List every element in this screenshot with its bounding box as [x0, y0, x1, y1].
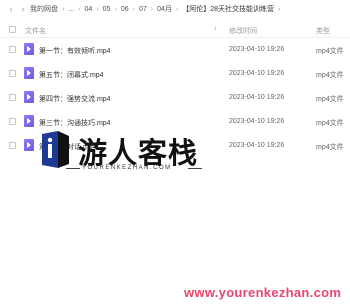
file-type: mp4文件 — [316, 120, 344, 127]
row-checkbox[interactable] — [9, 70, 16, 77]
file-row[interactable]: 第五节：闭幕式.mp4 2023-04-10 19:26 mp4文件 — [0, 62, 350, 85]
breadcrumb-item-ellipsis[interactable]: ... — [67, 6, 75, 13]
file-time: 2023-04-10 19:26 — [229, 46, 285, 53]
breadcrumb-separator-icon: › — [78, 5, 81, 13]
breadcrumb-separator-icon: › — [150, 5, 154, 13]
breadcrumb-separator-icon: › — [96, 5, 99, 13]
video-file-icon — [24, 139, 34, 151]
row-checkbox[interactable] — [9, 46, 16, 53]
row-checkbox[interactable] — [9, 142, 16, 149]
file-row[interactable]: 第一节：有效倾听.mp4 2023-04-10 19:26 mp4文件 — [0, 38, 350, 61]
video-file-icon — [24, 115, 34, 127]
file-name[interactable]: 第四节：强势交流.mp4 — [39, 94, 111, 104]
file-type: mp4文件 — [316, 144, 344, 151]
breadcrumb-item-root[interactable]: 我的网盘 — [29, 4, 59, 14]
column-header-type[interactable]: 类型 — [316, 26, 330, 36]
column-header-name[interactable]: 文件名 — [25, 26, 46, 36]
file-type: mp4文件 — [316, 72, 344, 79]
file-name[interactable]: 第一节：有效倾听.mp4 — [39, 46, 111, 56]
video-file-icon — [24, 91, 34, 103]
file-name[interactable]: 第三节：沟通技巧.mp4 — [39, 118, 111, 128]
file-type: mp4文件 — [316, 48, 344, 55]
watermark-subtitle: YOURENKEZHAN.COM — [82, 165, 172, 171]
file-name[interactable]: 第五节：闭幕式.mp4 — [39, 70, 104, 80]
column-header-time[interactable]: 修改时间 — [229, 26, 257, 36]
file-time: 2023-04-10 19:26 — [229, 70, 285, 77]
file-row[interactable]: 第四节：强势交流.mp4 2023-04-10 19:26 mp4文件 — [0, 86, 350, 109]
row-checkbox[interactable] — [9, 118, 16, 125]
breadcrumb-item-04[interactable]: 04 — [84, 6, 94, 13]
breadcrumb-bar: ‹ › 我的网盘 › ... › 04 › 05 › 06 › 07 › 04月… — [0, 0, 350, 18]
file-time: 2023-04-10 19:26 — [229, 118, 285, 125]
file-time: 2023-04-10 19:26 — [229, 94, 285, 101]
watermark-divider — [66, 168, 80, 169]
breadcrumb-item-04-month[interactable]: 04月 — [156, 4, 173, 14]
breadcrumb-separator-icon: › — [114, 5, 117, 13]
watermark-url: www.yourenkezhan.com — [184, 285, 342, 300]
breadcrumb-separator-icon: › — [132, 5, 135, 13]
file-time: 2023-04-10 19:26 — [229, 142, 285, 149]
breadcrumb-item-05[interactable]: 05 — [102, 6, 112, 13]
breadcrumb-item-07[interactable]: 07 — [138, 6, 148, 13]
chevron-left-icon[interactable]: ‹ — [5, 4, 17, 14]
breadcrumb-separator-icon: › — [62, 5, 65, 13]
file-type: mp4文件 — [316, 96, 344, 103]
breadcrumb-item-current: 【阿伦】28天社交技能训练营 — [182, 6, 275, 13]
file-list-header: 文件名 ↓ 修改时间 类型 — [0, 22, 350, 38]
watermark-divider — [188, 168, 202, 169]
select-all-checkbox[interactable] — [9, 26, 16, 33]
video-file-icon — [24, 67, 34, 79]
breadcrumb-separator-icon: › — [175, 5, 179, 13]
video-file-icon — [24, 43, 34, 55]
sort-arrow-icon[interactable]: ↓ — [214, 25, 218, 32]
watermark-logo-icon — [42, 131, 69, 168]
breadcrumb-item-06[interactable]: 06 — [120, 6, 130, 13]
chevron-right-icon[interactable]: › — [17, 4, 29, 14]
breadcrumb-more-icon[interactable]: › — [275, 6, 283, 13]
row-checkbox[interactable] — [9, 94, 16, 101]
watermark: 游人客栈 YOURENKEZHAN.COM — [38, 128, 202, 178]
